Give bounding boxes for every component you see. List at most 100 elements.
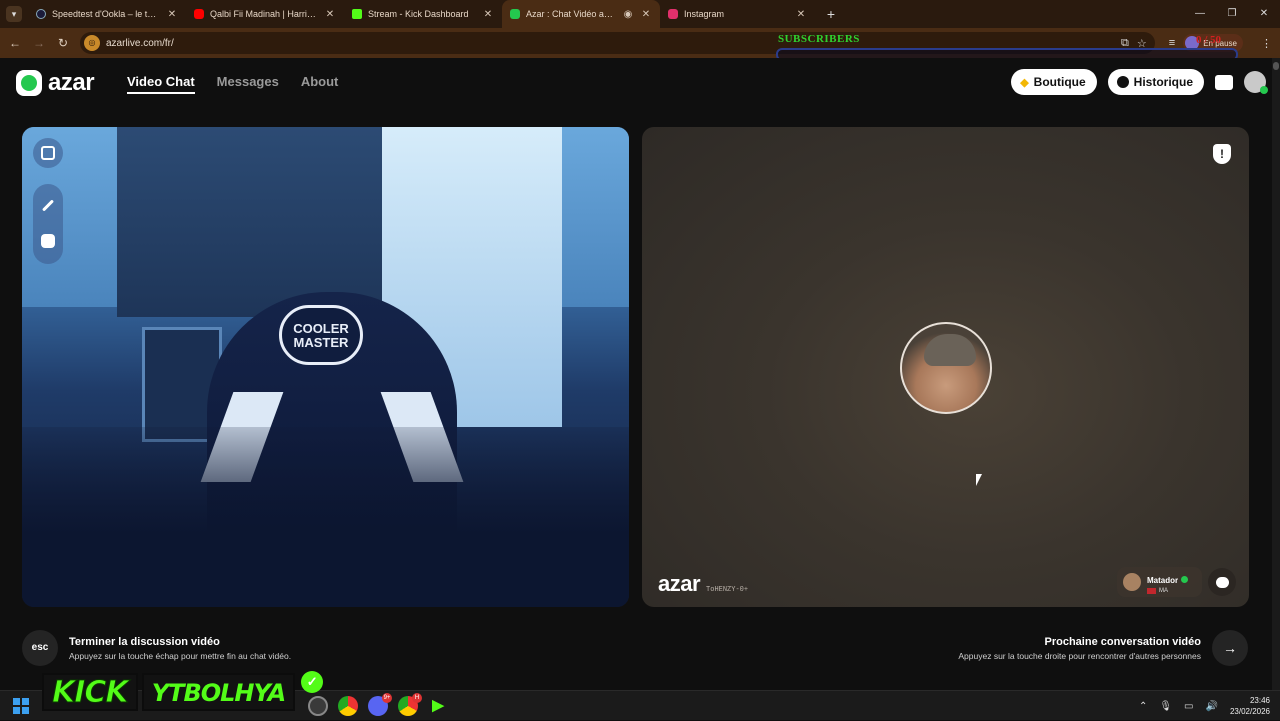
instagram-favicon-icon: [668, 9, 678, 19]
expand-icon: [41, 146, 55, 160]
network-icon[interactable]: ▭: [1184, 701, 1193, 712]
azar-favicon-icon: [510, 9, 520, 19]
boutique-button[interactable]: ◆ Boutique: [1011, 69, 1097, 95]
watermark-logo: azar: [658, 571, 701, 596]
kick-favicon-icon: [352, 9, 362, 19]
clock-time: 23:46: [1249, 696, 1270, 705]
restore-icon[interactable]: ❐: [1216, 0, 1248, 28]
tray-chevron-icon[interactable]: ⌃: [1139, 701, 1147, 712]
windows-start-icon[interactable]: [13, 698, 29, 714]
camera-tools: [33, 184, 63, 264]
kick-app-icon[interactable]: ▶: [428, 696, 448, 716]
speedtest-favicon-icon: [36, 9, 46, 19]
gem-icon: ◆: [1020, 76, 1029, 89]
main-nav: Video Chat Messages About: [127, 74, 338, 94]
camera-poster: [117, 127, 387, 317]
chrome-profile-icon[interactable]: H: [398, 693, 422, 716]
chat-button[interactable]: [1208, 568, 1236, 596]
next-chat-hint: Prochaine conversation vidéo Appuyez sur…: [958, 630, 1248, 666]
user-profile-icon[interactable]: [1244, 71, 1268, 94]
taskbar-apps: 9+ H ▶: [308, 693, 448, 716]
discord-icon[interactable]: 9+: [368, 693, 392, 716]
peer-video-panel: ! azar ToHENZY-0+ Matador MA: [642, 127, 1249, 607]
nav-video-chat[interactable]: Video Chat: [127, 74, 195, 94]
face-filter-icon: [41, 234, 55, 248]
next-chat-title: Prochaine conversation vidéo: [1044, 635, 1202, 648]
tab-title: Stream - Kick Dashboard: [368, 9, 469, 19]
microphone-icon[interactable]: 🎙: [1159, 701, 1172, 712]
next-button[interactable]: →: [1212, 630, 1248, 666]
forward-icon[interactable]: →: [27, 36, 51, 50]
browser-menu-icon[interactable]: ⋮: [1261, 37, 1272, 50]
end-chat-subtitle: Appuyez sur la touche échap pour mettre …: [69, 650, 292, 661]
end-chat-title: Terminer la discussion vidéo: [69, 635, 220, 648]
browser-tab-strip: ▾ Speedtest d'Ookla – le test de v ✕ Qal…: [0, 0, 1280, 28]
verified-icon: [1181, 576, 1189, 583]
boutique-label: Boutique: [1033, 75, 1086, 89]
new-tab-icon[interactable]: +: [821, 6, 841, 22]
next-chat-subtitle: Appuyez sur la touche droite pour rencon…: [958, 650, 1201, 661]
morocco-flag-icon: [1147, 588, 1156, 594]
kick-username: YTBOLHYA: [141, 673, 296, 711]
effects-button[interactable]: [33, 190, 63, 220]
peer-name: Matador: [1147, 576, 1179, 585]
peer-mini-avatar: [1123, 573, 1141, 591]
audio-icon[interactable]: ◉: [622, 9, 634, 20]
chat-bubble-icon: [1215, 576, 1229, 588]
subscribers-label: SUBSCRIBERS: [778, 33, 860, 45]
chrome-badge: H: [412, 693, 422, 703]
azar-header: azar Video Chat Messages About ◆ Boutiqu…: [0, 58, 1280, 108]
report-shield-icon[interactable]: !: [1213, 144, 1231, 164]
tab-search-icon[interactable]: ▾: [6, 6, 22, 22]
mouse-cursor-icon: [976, 474, 982, 486]
system-tray: ⌃ 🎙 ▭ 🔊 23:46 23/02/2026: [1139, 691, 1270, 721]
back-icon[interactable]: ←: [3, 36, 27, 50]
nav-about[interactable]: About: [301, 74, 339, 94]
clock-date: 23/02/2026: [1229, 707, 1270, 716]
historique-button[interactable]: Historique: [1107, 69, 1204, 95]
peer-profile-tag[interactable]: Matador MA: [1117, 567, 1202, 597]
close-icon[interactable]: ✕: [795, 9, 807, 20]
kick-overlay-banner: KICK YTBOLHYA ✓: [42, 671, 324, 712]
historique-label: Historique: [1133, 75, 1193, 89]
azar-logo[interactable]: azar: [16, 69, 95, 97]
nav-messages[interactable]: Messages: [217, 74, 279, 94]
kick-brand: KICK: [42, 673, 138, 711]
browser-tab[interactable]: Stream - Kick Dashboard ✕: [344, 0, 502, 28]
close-icon[interactable]: ✕: [640, 9, 652, 20]
end-chat-hint: esc Terminer la discussion vidéo Appuyez…: [22, 630, 291, 666]
verified-check-icon: ✓: [301, 671, 324, 693]
volume-icon[interactable]: 🔊: [1206, 701, 1218, 712]
url-text[interactable]: azarlive.com/fr/: [106, 38, 174, 49]
tab-title: Speedtest d'Ookla – le test de v: [52, 9, 160, 19]
close-icon[interactable]: ✕: [324, 9, 336, 20]
esc-button[interactable]: esc: [22, 630, 58, 666]
azar-logo-text: azar: [48, 69, 95, 96]
magic-wand-icon: [41, 198, 55, 212]
minimize-icon[interactable]: —: [1184, 0, 1216, 28]
window-controls: — ❐ ✕: [1184, 0, 1280, 28]
tab-title: Qalbi Fii Madinah | Harris J x M: [210, 9, 318, 19]
page-scrollbar[interactable]: [1272, 58, 1280, 690]
sticker-button[interactable]: [33, 226, 63, 256]
browser-tab[interactable]: Instagram ✕: [660, 0, 815, 28]
taskbar-clock[interactable]: 23:46 23/02/2026: [1230, 695, 1270, 717]
reload-icon[interactable]: ↻: [51, 36, 75, 50]
close-icon[interactable]: ✕: [166, 9, 178, 20]
discord-badge: 9+: [382, 693, 392, 703]
fullscreen-button[interactable]: [33, 138, 63, 168]
my-camera-panel: COOLER MASTER: [22, 127, 629, 607]
close-icon[interactable]: ✕: [482, 9, 494, 20]
youtube-favicon-icon: [194, 9, 204, 19]
camera-foreground: [22, 427, 629, 607]
browser-tab[interactable]: Qalbi Fii Madinah | Harris J x M ✕: [186, 0, 344, 28]
chrome-icon[interactable]: [338, 696, 358, 716]
browser-tab-active[interactable]: Azar : Chat Vidéo avec de n ◉ ✕: [502, 0, 660, 28]
site-info-icon[interactable]: ◎: [84, 35, 100, 51]
browser-tab[interactable]: Speedtest d'Ookla – le test de v ✕: [28, 0, 186, 28]
close-window-icon[interactable]: ✕: [1248, 0, 1280, 28]
peer-country: MA: [1159, 588, 1168, 594]
inbox-icon[interactable]: [1215, 74, 1233, 90]
watermark-id: ToHENZY-0+: [706, 586, 749, 594]
tab-title: Instagram: [684, 9, 725, 19]
